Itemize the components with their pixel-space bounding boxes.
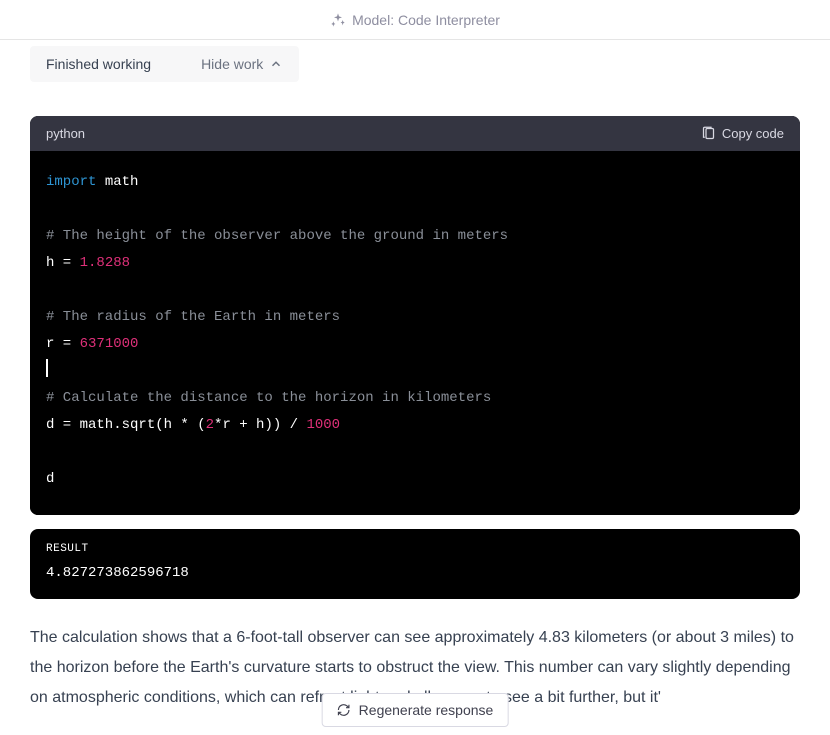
- model-label: Model: Code Interpreter: [352, 12, 500, 28]
- copy-code-label: Copy code: [722, 126, 784, 141]
- result-label: RESULT: [46, 543, 784, 555]
- text-cursor: [46, 359, 48, 377]
- model-bar: Model: Code Interpreter: [0, 0, 830, 40]
- code-token-id: *r + h)) /: [214, 417, 306, 433]
- hide-work-toggle[interactable]: Hide work: [201, 56, 283, 72]
- code-token-id: math: [96, 174, 138, 190]
- code-token-number: 1000: [306, 417, 340, 433]
- result-block: RESULT 4.827273862596718: [30, 529, 800, 599]
- code-token-number: 2: [206, 417, 214, 433]
- code-token-id: h =: [46, 255, 80, 271]
- copy-code-button[interactable]: Copy code: [701, 126, 784, 141]
- hide-work-label: Hide work: [201, 56, 263, 72]
- clipboard-icon: [701, 126, 716, 141]
- code-token-comment: # The height of the observer above the g…: [46, 228, 508, 244]
- code-header: python Copy code: [30, 116, 800, 151]
- chevron-up-icon: [269, 57, 283, 71]
- code-token-comment: # Calculate the distance to the horizon …: [46, 390, 491, 406]
- code-token-number: 1.8288: [80, 255, 130, 271]
- refresh-icon: [337, 703, 351, 717]
- code-token-comment: # The radius of the Earth in meters: [46, 309, 340, 325]
- code-token-id: d: [46, 471, 54, 487]
- regenerate-button[interactable]: Regenerate response: [322, 693, 509, 727]
- code-token-id: r =: [46, 336, 80, 352]
- code-body[interactable]: import math # The height of the observer…: [30, 151, 800, 515]
- status-label: Finished working: [46, 56, 151, 72]
- regenerate-label: Regenerate response: [359, 702, 494, 718]
- status-pill[interactable]: Finished working Hide work: [30, 46, 299, 82]
- code-language: python: [46, 126, 85, 141]
- sparkle-icon: [330, 12, 346, 28]
- code-token-number: 6371000: [80, 336, 139, 352]
- code-token-id: d = math.sqrt(h * (: [46, 417, 206, 433]
- code-block: python Copy code import math # The heigh…: [30, 116, 800, 515]
- code-token-keyword: import: [46, 174, 96, 190]
- result-value: 4.827273862596718: [46, 565, 784, 581]
